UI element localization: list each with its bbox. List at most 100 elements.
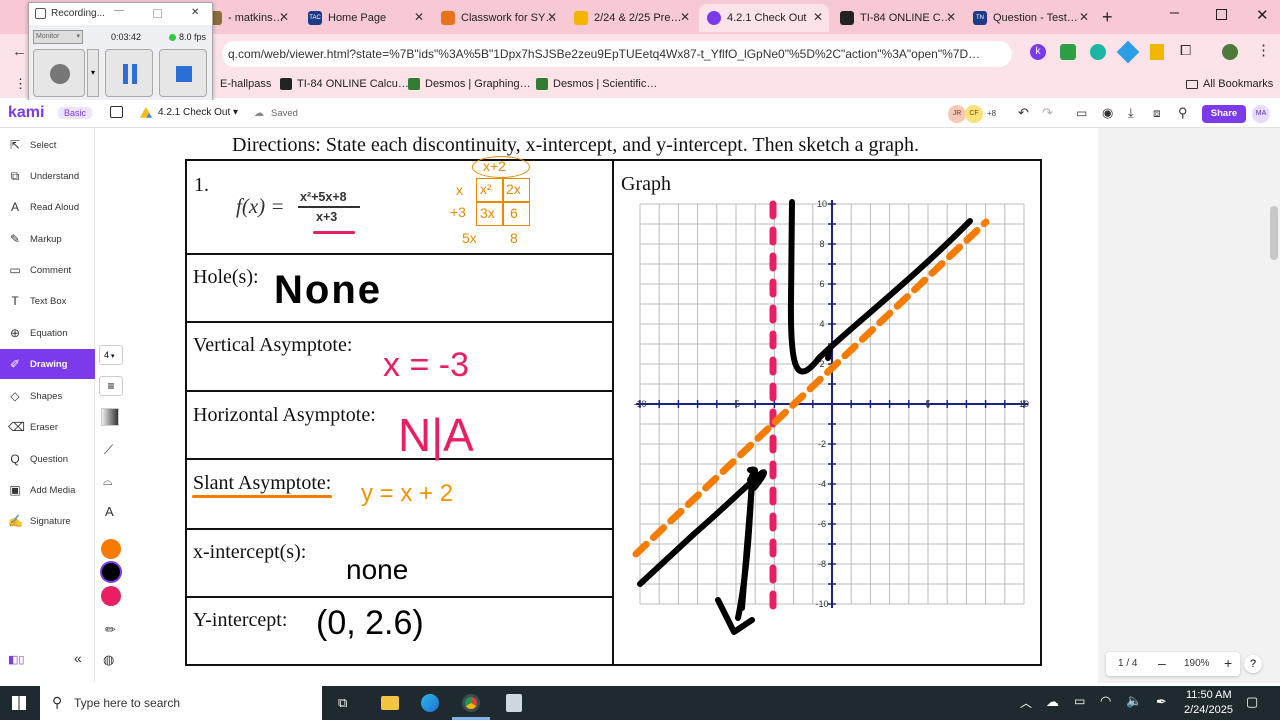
help-icon[interactable]: ? <box>1244 655 1262 673</box>
doc-title[interactable]: 4.2.1 Check Out ▾ <box>158 107 238 118</box>
graph-canvas[interactable]: -10 -5 5 10108642-2-4-6-8-10 <box>614 188 1040 664</box>
line-style-button[interactable]: ≡ <box>99 376 123 396</box>
page-indicator[interactable]: 1 / 4 <box>1118 658 1137 669</box>
sidebar-item-read-aloud[interactable]: A Read Aloud <box>0 192 95 222</box>
bookmark-ti84[interactable]: TI-84 ONLINE Calcu… <box>280 78 409 90</box>
bookmark-ehallpass[interactable]: E-hallpass <box>220 78 271 90</box>
tab-matkins[interactable]: - matkins… ✕ <box>200 4 295 32</box>
bookmark-desmos-scientific[interactable]: Desmos | Scientific… <box>536 78 657 90</box>
close-icon[interactable]: ✕ <box>414 10 424 24</box>
display-icon[interactable]: ▭ <box>1074 694 1085 708</box>
sidebar-item-signature[interactable]: ✍ Signature <box>0 506 95 536</box>
volume-icon[interactable]: 🔈 <box>1126 693 1142 709</box>
extension-icon[interactable] <box>1090 44 1106 60</box>
tab-home-page[interactable]: TAC Home Page ✕ <box>300 4 430 32</box>
text-style-icon[interactable]: A <box>105 504 114 519</box>
toolbox-icon[interactable]: ⧈ <box>1153 106 1161 121</box>
sidebar-item-select[interactable]: ⇱ Select <box>0 130 95 160</box>
pen-workspace-icon[interactable]: ✒ <box>1156 694 1167 710</box>
close-window-icon[interactable]: ✕ <box>1256 6 1269 24</box>
sidebar-item-add-media[interactable]: ▣ Add Media <box>0 475 95 505</box>
menu-icon[interactable]: ⋮ <box>1256 41 1271 59</box>
minimize-icon[interactable]: — <box>114 5 124 16</box>
maximize-icon[interactable] <box>1216 9 1227 20</box>
close-icon[interactable]: ✕ <box>946 10 956 24</box>
file-explorer-icon[interactable] <box>381 696 399 710</box>
new-tab-icon[interactable]: + <box>1102 7 1113 28</box>
pause-button[interactable] <box>105 49 153 97</box>
bookmark-desmos-graphing[interactable]: Desmos | Graphing… <box>408 78 531 90</box>
tab-ti84[interactable]: TI-84 ONLINE C… ✕ <box>832 4 962 32</box>
close-icon[interactable]: ✕ <box>813 10 823 24</box>
kami-extension-icon[interactable]: k <box>1030 44 1046 60</box>
palette-icon[interactable]: ◍ <box>103 652 114 668</box>
sidebar-item-eraser[interactable]: ⌫ Eraser <box>0 412 95 442</box>
brush-size-select[interactable]: 4 ▾ <box>99 345 123 365</box>
stop-button[interactable] <box>159 49 207 97</box>
sidebar-item-markup[interactable]: ✎ Markup <box>0 224 95 254</box>
tab-slides[interactable]: 2/24 & 2/25 Pre… ✕ <box>566 4 696 32</box>
comments-icon[interactable]: ▭ <box>1076 106 1087 120</box>
protractor-icon[interactable]: ⌓ <box>103 474 113 489</box>
opacity-button[interactable] <box>101 408 119 426</box>
chrome-icon[interactable] <box>462 694 480 712</box>
custom-color-pen-icon[interactable]: ✏ <box>105 622 116 638</box>
download-icon[interactable]: ⤓ <box>1128 105 1134 121</box>
taskbar-search[interactable]: ⚲ Type here to search <box>40 686 322 720</box>
close-icon[interactable]: ✕ <box>191 7 199 18</box>
close-icon[interactable]: ✕ <box>547 10 557 24</box>
color-swatch-black[interactable] <box>100 561 122 583</box>
zoom-in-icon[interactable]: + <box>1224 655 1232 671</box>
url-input[interactable]: q.com/web/viewer.html?state=%7B"ids"%3A%… <box>222 41 1012 67</box>
clock-time[interactable]: 11:50 AM <box>1186 689 1232 701</box>
close-icon[interactable]: ✕ <box>1079 10 1089 24</box>
sidebar-item-drawing[interactable]: ✐ Drawing <box>0 349 95 379</box>
zoom-out-icon[interactable]: – <box>1158 655 1166 671</box>
all-bookmarks[interactable]: All Bookmarks <box>1186 78 1273 90</box>
ruler-icon[interactable]: ⟋ <box>104 442 113 458</box>
wifi-icon[interactable]: ◠ <box>1100 693 1111 709</box>
tab-check-out[interactable]: 4.2.1 Check Out ✕ <box>699 4 829 32</box>
minimize-icon[interactable]: – <box>1170 4 1179 22</box>
avatar[interactable]: JR <box>948 105 966 123</box>
close-icon[interactable]: ✕ <box>680 10 690 24</box>
zoom-level[interactable]: 190% <box>1184 658 1210 669</box>
extension-icon[interactable] <box>1060 44 1076 60</box>
tab-classwork[interactable]: Classwork for SY… ✕ <box>433 4 563 32</box>
recorder-app-icon[interactable] <box>506 694 522 712</box>
extension-icon[interactable] <box>1116 40 1140 64</box>
sidebar-item-comment[interactable]: ▭ Comment <box>0 255 95 285</box>
windows-start-icon[interactable] <box>12 696 26 710</box>
show-hidden-icons[interactable]: ︿ <box>1020 694 1032 711</box>
extension-icon[interactable] <box>1150 44 1164 60</box>
sidebar-item-understand[interactable]: ⧉ Understand <box>0 161 95 191</box>
record-button[interactable] <box>33 49 85 97</box>
collapse-sidebar-icon[interactable]: « <box>74 650 82 666</box>
source-select[interactable]: Monitor ▾ <box>33 30 83 44</box>
share-button[interactable]: Share <box>1202 105 1246 123</box>
maximize-icon[interactable] <box>153 9 162 18</box>
sidebar-item-text-box[interactable]: T Text Box <box>0 286 95 316</box>
edge-icon[interactable] <box>421 694 439 712</box>
puzzle-icon[interactable]: ⧠ <box>1180 42 1191 59</box>
back-icon[interactable]: ← <box>12 43 27 60</box>
sidebar-item-equation[interactable]: ⊕ Equation <box>0 318 95 348</box>
task-view-icon[interactable]: ⧉ <box>338 695 347 711</box>
notifications-icon[interactable]: ▢ <box>1246 694 1258 710</box>
search-icon[interactable]: ⚲ <box>1178 105 1188 121</box>
sidebar-item-shapes[interactable]: ◇ Shapes <box>0 381 95 411</box>
avatar[interactable]: CF <box>965 105 983 123</box>
view-icon[interactable]: ◉ <box>1102 105 1113 121</box>
scrollbar-thumb[interactable] <box>1270 206 1278 260</box>
sidebar-item-question[interactable]: Q Question <box>0 444 95 474</box>
close-icon[interactable]: ✕ <box>279 10 289 24</box>
layout-toggle-icon[interactable]: ◧▯ <box>8 653 24 666</box>
tab-question[interactable]: TN Question - Test… ✕ <box>965 4 1095 32</box>
onedrive-icon[interactable]: ☁ <box>1046 694 1059 710</box>
profile-icon[interactable] <box>1222 44 1238 60</box>
color-swatch-orange[interactable] <box>101 539 121 559</box>
redo-icon[interactable]: ↷ <box>1042 105 1053 121</box>
user-avatar[interactable]: MA <box>1252 105 1270 123</box>
file-menu-icon[interactable] <box>110 106 123 118</box>
more-collaborators[interactable]: +8 <box>987 109 996 118</box>
